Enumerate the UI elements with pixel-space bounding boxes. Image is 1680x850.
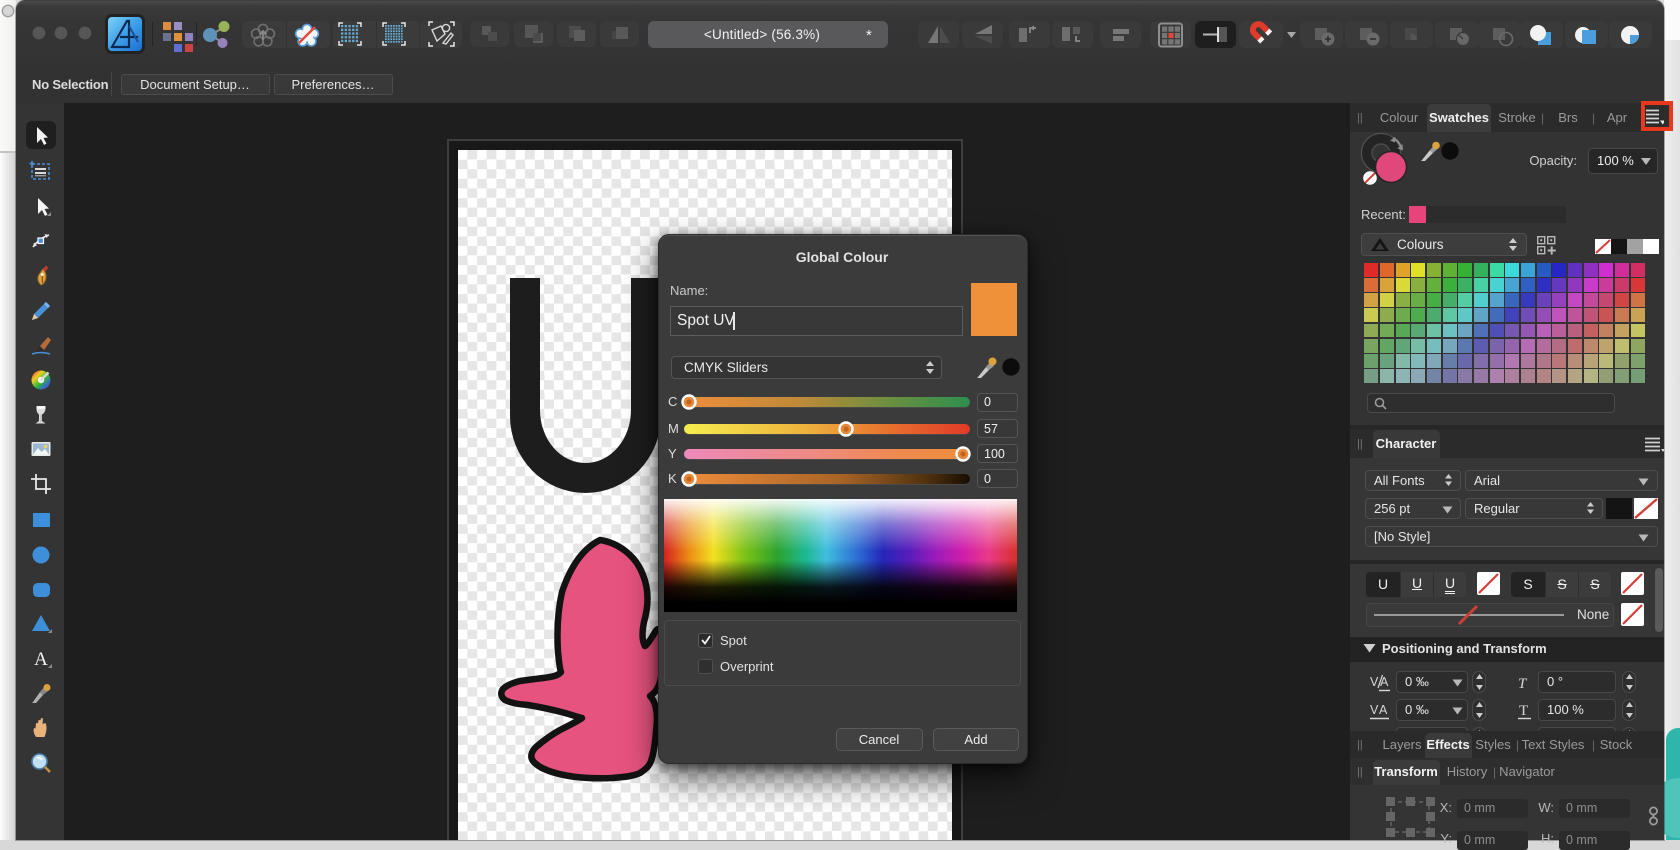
svg-text:V: V	[1370, 703, 1379, 717]
svg-text:V: V	[1370, 675, 1379, 689]
svg-text:T: T	[1519, 703, 1528, 719]
svg-text:T: T	[1518, 676, 1528, 692]
svg-text:A: A	[1379, 703, 1388, 717]
